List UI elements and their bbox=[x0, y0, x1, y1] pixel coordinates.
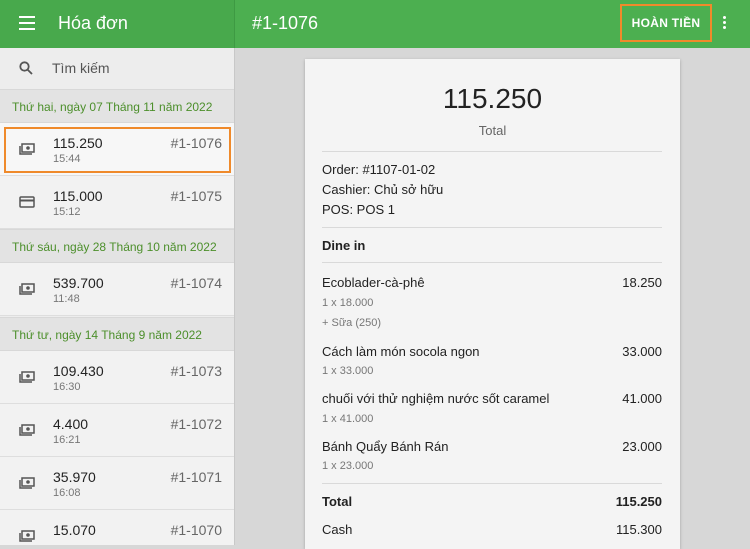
receipt-time: 11:48 bbox=[53, 293, 80, 305]
date-header: Thứ tư, ngày 14 Tháng 9 năm 2022 bbox=[0, 317, 234, 351]
receipt-row-1074[interactable]: 539.700 11:48 #1-1074 bbox=[0, 263, 234, 316]
receipt-number: #1-1075 bbox=[170, 188, 222, 204]
date-header: Thứ sáu, ngày 28 Tháng 10 năm 2022 bbox=[0, 229, 234, 263]
item-quantity: 1 x 41.000 bbox=[322, 413, 374, 425]
divider bbox=[322, 483, 662, 484]
header-divider bbox=[234, 0, 235, 48]
more-options-icon[interactable] bbox=[721, 16, 727, 32]
receipt-amount: 109.430 bbox=[53, 363, 104, 379]
search-icon[interactable] bbox=[19, 61, 33, 75]
total-value: 115.250 bbox=[615, 494, 662, 509]
date-header: Thứ hai, ngày 07 Tháng 11 năm 2022 bbox=[0, 89, 234, 123]
search-bar bbox=[0, 48, 234, 89]
receipt-time: 16:08 bbox=[53, 487, 81, 499]
cash-icon bbox=[19, 477, 35, 489]
receipt-amount: 115.250 bbox=[53, 135, 103, 151]
payment-amount: 115.300 bbox=[615, 522, 662, 537]
receipt-row-1075[interactable]: 115.000 15:12 #1-1075 bbox=[0, 176, 234, 229]
item-price: 23.000 bbox=[622, 439, 662, 454]
item-price: 41.000 bbox=[622, 391, 662, 406]
receipt-row-1076[interactable]: 115.250 15:44 #1-1076 bbox=[0, 123, 234, 176]
cashier-name: Cashier: Chủ sở hữu bbox=[322, 182, 444, 197]
app-title: Hóa đơn bbox=[58, 13, 128, 33]
card-icon bbox=[19, 196, 35, 208]
divider bbox=[322, 151, 662, 152]
item-name: Cách làm món socola ngon bbox=[322, 344, 480, 359]
cash-icon bbox=[19, 283, 35, 295]
receipt-row-1072[interactable]: 4.400 16:21 #1-1072 bbox=[0, 404, 234, 457]
pos-name: POS: POS 1 bbox=[322, 202, 395, 217]
payment-method: Cash bbox=[322, 522, 353, 537]
top-app-bar: Hóa đơn #1-1076 HOÀN TIỀN bbox=[0, 0, 750, 48]
divider bbox=[322, 227, 662, 228]
receipt-time: 15:44 bbox=[53, 153, 81, 165]
item-price: 33.000 bbox=[622, 344, 662, 359]
order-number: Order: #1107-01-02 bbox=[322, 162, 436, 177]
item-name: chuối với thử nghiệm nước sốt caramel bbox=[322, 391, 550, 406]
receipt-detail-card: 115.250 Total Order: #1107-01-02 Cashier… bbox=[305, 59, 680, 549]
sidebar-divider bbox=[234, 48, 235, 545]
receipt-row-1071[interactable]: 35.970 16:08 #1-1071 bbox=[0, 457, 234, 510]
item-name: Ecoblader-cà-phê bbox=[322, 275, 425, 290]
receipt-title: #1-1076 bbox=[252, 13, 319, 33]
cash-icon bbox=[19, 424, 35, 436]
cash-icon bbox=[19, 371, 35, 383]
item-quantity: 1 x 18.000 bbox=[322, 297, 374, 309]
receipt-amount: 539.700 bbox=[53, 275, 104, 291]
item-quantity: 1 x 33.000 bbox=[322, 365, 374, 377]
item-price: 18.250 bbox=[622, 275, 662, 290]
receipt-amount: 115.000 bbox=[53, 188, 103, 204]
receipt-number: #1-1072 bbox=[170, 416, 222, 432]
receipt-number: #1-1073 bbox=[170, 363, 222, 379]
receipt-time: 15:12 bbox=[53, 206, 81, 218]
total-label: Total bbox=[322, 494, 353, 509]
receipt-total-label: Total bbox=[478, 123, 507, 138]
cash-icon bbox=[19, 143, 35, 155]
receipt-time: 16:21 bbox=[53, 434, 81, 446]
receipt-number: #1-1076 bbox=[170, 135, 222, 151]
receipt-number: #1-1074 bbox=[170, 275, 222, 291]
item-name: Bánh Quẩy Bánh Rán bbox=[322, 439, 449, 454]
refund-button[interactable]: HOÀN TIỀN bbox=[620, 4, 712, 42]
menu-icon[interactable] bbox=[19, 16, 35, 30]
divider bbox=[322, 262, 662, 263]
receipt-number: #1-1070 bbox=[170, 522, 222, 538]
item-quantity: 1 x 23.000 bbox=[322, 460, 374, 472]
receipt-row-1073[interactable]: 109.430 16:30 #1-1073 bbox=[0, 351, 234, 404]
receipt-amount: 15.070 bbox=[53, 522, 96, 538]
cash-icon bbox=[19, 530, 35, 542]
receipt-amount: 4.400 bbox=[53, 416, 89, 432]
receipt-time: 16:30 bbox=[53, 381, 81, 393]
item-modifier: + Sữa (250) bbox=[322, 317, 382, 329]
receipts-sidebar: Thứ hai, ngày 07 Tháng 11 năm 2022 115.2… bbox=[0, 48, 234, 545]
receipt-total-amount: 115.250 bbox=[442, 83, 543, 114]
receipt-row-1070[interactable]: 15.070 #1-1070 bbox=[0, 510, 234, 545]
search-input[interactable] bbox=[52, 58, 222, 78]
dining-option: Dine in bbox=[322, 238, 366, 253]
receipt-amount: 35.970 bbox=[53, 469, 96, 485]
receipt-number: #1-1071 bbox=[170, 469, 222, 485]
